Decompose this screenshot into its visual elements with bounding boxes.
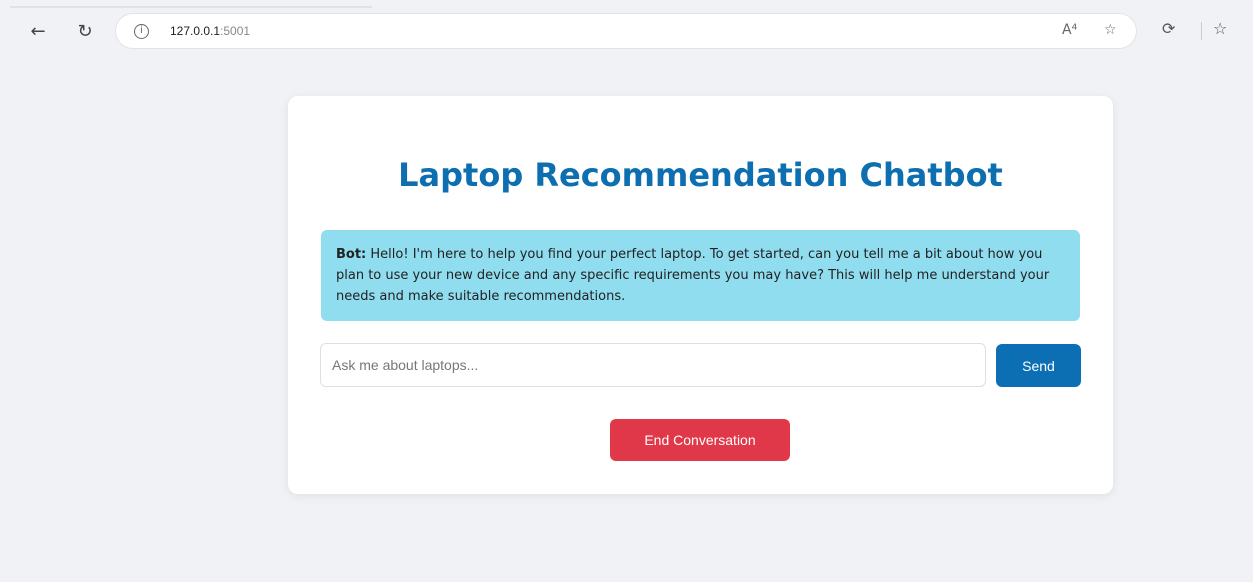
read-aloud-icon[interactable]: A⁴	[1062, 22, 1077, 38]
browser-toolbar: ← ↻ i 127.0.0.1:5001 A⁴ ☆ ⟳ ☆	[0, 0, 1253, 60]
end-conversation-button[interactable]: End Conversation	[610, 419, 790, 461]
bot-sender-label: Bot:	[336, 247, 367, 262]
url-text[interactable]: 127.0.0.1:5001	[170, 24, 250, 38]
refresh-icon[interactable]: ↻	[71, 18, 99, 46]
url-port: :5001	[220, 24, 251, 38]
chat-card: Laptop Recommendation Chatbot Bot: Hello…	[288, 96, 1113, 494]
address-bar[interactable]: i 127.0.0.1:5001 A⁴ ☆	[115, 13, 1137, 49]
arrow-left-icon[interactable]: ←	[24, 18, 52, 46]
chat-input[interactable]	[320, 343, 986, 387]
toolbar-divider	[1201, 22, 1202, 40]
bot-message-text: Hello! I'm here to help you find your pe…	[336, 247, 1050, 304]
extensions-icon[interactable]: ⟳	[1162, 19, 1175, 38]
send-button[interactable]: Send	[996, 344, 1081, 387]
tab-strip	[0, 0, 1253, 8]
favorites-icon[interactable]: ☆	[1213, 19, 1227, 38]
page-title: Laptop Recommendation Chatbot	[398, 156, 1003, 194]
bot-message: Bot: Hello! I'm here to help you find yo…	[321, 230, 1080, 321]
star-icon[interactable]: ☆	[1104, 22, 1117, 38]
url-host: 127.0.0.1	[170, 24, 221, 38]
info-icon[interactable]: i	[134, 24, 149, 39]
